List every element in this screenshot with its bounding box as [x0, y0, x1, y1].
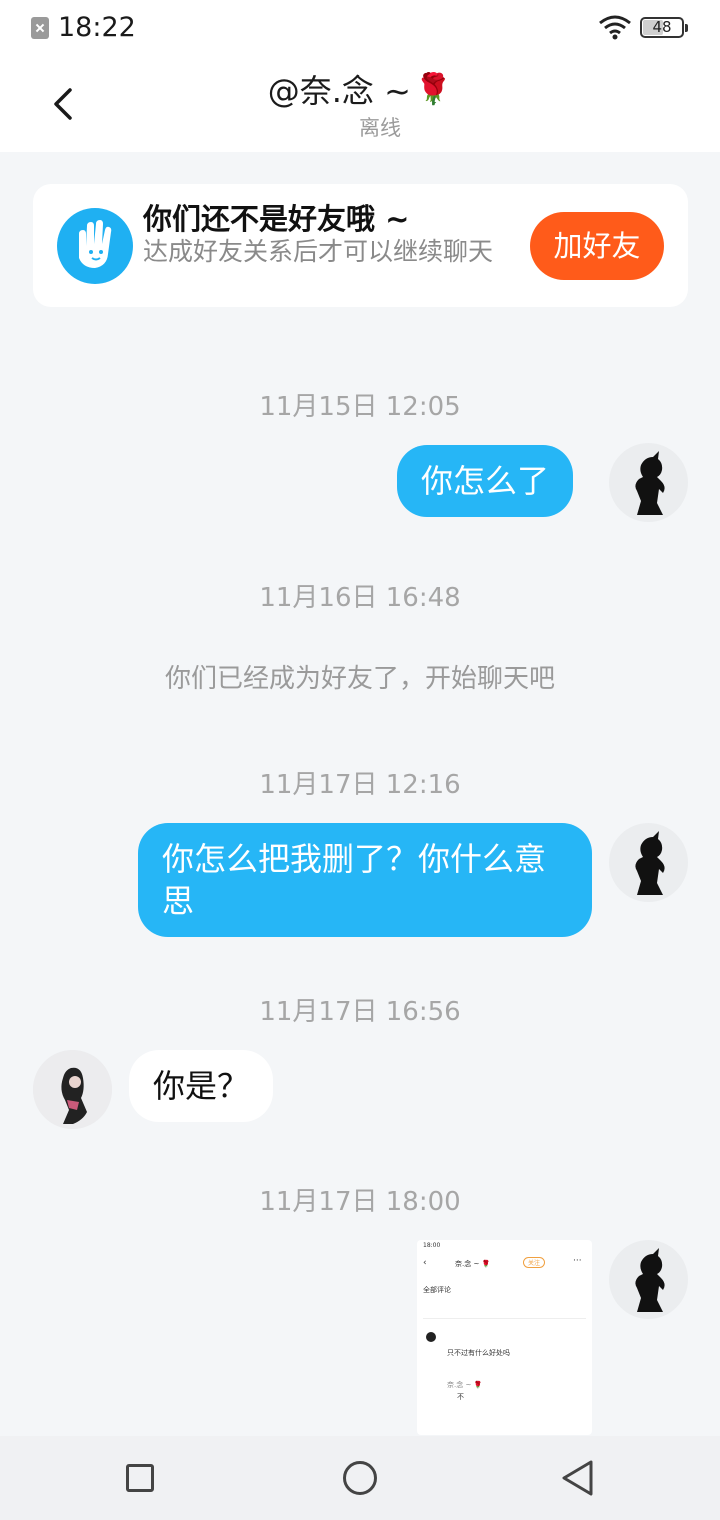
message-time: 11月17日 16:56 [259, 997, 461, 1027]
not-friend-card: 你们还不是好友哦 ~ 达成好友关系后才可以继续聊天 加好友 [33, 184, 688, 307]
system-nav-bar [0, 1436, 720, 1520]
rose-emoji: 🌹 [414, 71, 453, 107]
incoming-message[interactable]: 你是？ [129, 1050, 274, 1122]
add-friend-button[interactable]: 加好友 [530, 212, 664, 280]
thumb-reply-name: 奈.念 ~ 🌹 [447, 1381, 483, 1389]
battery-icon: 48 [640, 17, 688, 38]
online-status: 离线 [359, 116, 401, 140]
thumb-back-icon: ‹ [423, 1258, 427, 1268]
card-description: 达成好友关系后才可以继续聊天 [143, 237, 494, 266]
chat-header: @奈.念 ~ 🌹 离线 [0, 56, 720, 152]
my-avatar[interactable] [609, 1240, 688, 1319]
home-icon[interactable] [343, 1461, 377, 1495]
outgoing-message[interactable]: 你怎么把我删了？你什么意思 [138, 823, 592, 937]
thumb-follow: 关注 [523, 1257, 546, 1268]
thumb-more-icon: ··· [573, 1256, 582, 1266]
status-time: 18:22 [58, 12, 136, 43]
contact-name: @奈.念 ~ [267, 72, 411, 110]
notification-icon [31, 17, 49, 39]
thumb-reply: 不 [457, 1393, 464, 1401]
card-title: 你们还不是好友哦 ~ [143, 202, 410, 236]
status-bar: 18:22 48 [0, 0, 720, 56]
contact-avatar[interactable] [33, 1050, 112, 1129]
nav-back-icon[interactable] [560, 1459, 596, 1497]
outgoing-message[interactable]: 你怎么了 [397, 445, 574, 517]
battery-level: 48 [652, 18, 672, 36]
message-time: 11月15日 12:05 [259, 392, 461, 422]
thumb-avatar [426, 1332, 436, 1342]
image-message[interactable]: 18:00 ‹ 奈.念 ~ 🌹 关注 ··· 全部评论 只不过有什么好处吗 奈.… [417, 1240, 592, 1435]
message-time: 11月17日 18:00 [259, 1187, 461, 1217]
recents-icon[interactable] [126, 1464, 154, 1492]
my-avatar[interactable] [609, 443, 688, 522]
thumb-title: 奈.念 ~ 🌹 [455, 1260, 491, 1268]
system-notice: 你们已经成为好友了，开始聊天吧 [164, 664, 555, 694]
wifi-icon [599, 15, 631, 40]
my-avatar[interactable] [609, 823, 688, 902]
page-title: @奈.念 ~ 🌹 [268, 66, 453, 112]
thumb-comment: 只不过有什么好处吗 [447, 1349, 510, 1357]
hand-icon [57, 208, 133, 284]
thumb-status: 18:00 [423, 1242, 441, 1249]
message-time: 11月16日 16:48 [259, 583, 461, 613]
thumb-section: 全部评论 [423, 1286, 451, 1294]
message-time: 11月17日 12:16 [259, 770, 461, 800]
